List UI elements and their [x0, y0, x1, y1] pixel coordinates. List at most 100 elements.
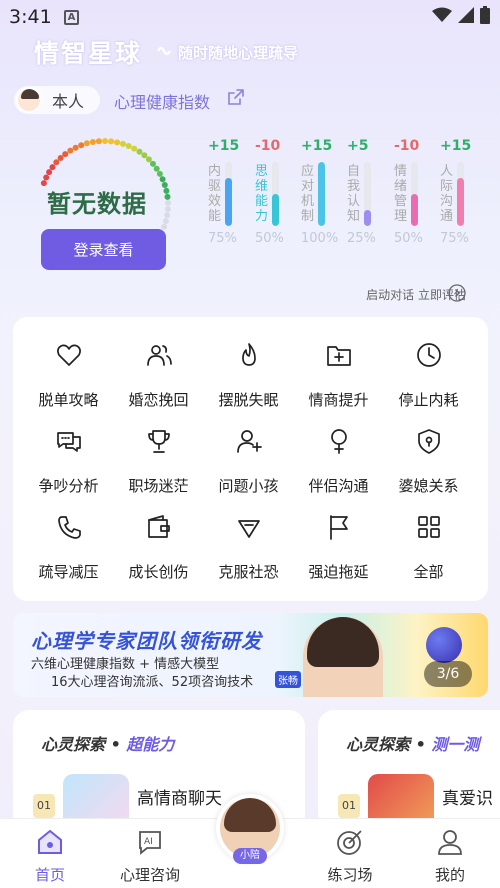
nav-consult[interactable]: AI 心理咨询	[100, 819, 200, 888]
assistant-avatar-button[interactable]: 小陪	[216, 794, 284, 864]
mental-health-index-label: 心理健康指数	[114, 93, 211, 112]
feature-item[interactable]: 婆媳关系	[381, 405, 476, 495]
metric-0: +15 内驱效能 75%	[208, 138, 250, 248]
metric-name: 应对机制	[301, 164, 315, 224]
wallet-icon	[148, 515, 170, 538]
feature-label: 强迫拖延	[308, 563, 369, 581]
no-data-text: 暂无数据	[47, 190, 147, 218]
feature-item[interactable]: 婚恋挽回	[111, 319, 206, 409]
notification-a-icon: A	[64, 10, 79, 25]
nav-practice[interactable]: 练习场	[300, 819, 400, 888]
diamond-icon	[238, 520, 260, 538]
flag-icon	[330, 515, 348, 540]
gauge-dot	[136, 148, 143, 155]
gauge-dot	[150, 160, 156, 167]
wifi-icon	[432, 7, 452, 22]
nav-practice-label: 练习场	[327, 866, 373, 884]
gauge-dot	[102, 138, 108, 144]
phone-icon	[58, 516, 81, 539]
gauge-dot	[83, 140, 90, 147]
explore-card-head: 心灵探索	[346, 735, 411, 754]
rank-badge: 01	[338, 794, 360, 818]
feature-item[interactable]: 脱单攻略	[21, 319, 116, 409]
gauge-dot	[164, 206, 171, 213]
gauge-dot	[57, 155, 64, 161]
gauge-dot	[145, 156, 152, 163]
metric-5: +15 人际沟通 75%	[440, 138, 482, 248]
metric-bar-fill	[411, 194, 418, 226]
banner-title: 心理学专家团队领衔研发	[31, 629, 262, 653]
user-plus-icon	[237, 430, 262, 453]
nav-mine-label: 我的	[434, 866, 465, 884]
self-selector[interactable]: 本人	[14, 86, 100, 114]
shield-icon	[418, 429, 440, 454]
feature-item[interactable]: 伴侣沟通	[291, 405, 386, 495]
app-slogan: 随时随地心理疏导	[178, 44, 299, 62]
metric-delta: +15	[440, 138, 472, 154]
gauge-dot	[162, 218, 169, 225]
heart-icon	[57, 344, 81, 366]
gauge-dot	[165, 200, 171, 206]
gauge-dot	[164, 193, 171, 200]
metric-2: +15 应对机制 100%	[301, 138, 343, 248]
metric-name: 人际沟通	[440, 164, 454, 224]
gauge-dot	[62, 151, 69, 158]
explore-item-title: 真爱识	[442, 789, 493, 809]
metric-3: +5 自我认知 25%	[347, 138, 389, 248]
signal-icon	[458, 7, 474, 23]
nav-home[interactable]: 首页	[0, 819, 100, 888]
folder-plus-icon	[327, 346, 351, 366]
sound-wave-icon	[156, 46, 172, 56]
feature-item[interactable]: 情商提升	[291, 319, 386, 409]
metric-delta: +5	[347, 138, 369, 154]
feature-item[interactable]: 问题小孩	[201, 405, 296, 495]
feature-item[interactable]: 摆脱失眠	[201, 319, 296, 409]
status-bar: 3:41 A	[0, 0, 500, 34]
external-link-icon[interactable]	[226, 87, 246, 107]
metric-delta: -10	[394, 138, 420, 154]
chat-bubbles-icon	[57, 432, 81, 452]
gauge-dot	[78, 142, 85, 149]
metric-bar-track	[272, 162, 279, 226]
expert-nameplate: 张畅	[275, 671, 301, 688]
avatar	[16, 87, 42, 113]
metric-bar-track	[225, 162, 232, 226]
promo-banner[interactable]: 张畅 心理学专家团队领衔研发 六维心理健康指数 + 情感大模型 16大心理咨询流…	[13, 613, 488, 697]
metric-delta: +15	[301, 138, 333, 154]
metric-percent: 100%	[301, 231, 339, 246]
feature-item[interactable]: 争吵分析	[21, 405, 116, 495]
user-icon	[438, 830, 462, 855]
feature-item[interactable]: 全部	[381, 491, 476, 581]
login-view-button[interactable]: 登录查看	[41, 229, 166, 270]
gauge-dot	[95, 138, 102, 145]
explore-card-sub: 测一测	[431, 735, 480, 754]
gauge-dot	[89, 139, 96, 145]
nav-consult-label: 心理咨询	[119, 866, 180, 884]
nav-home-label: 首页	[34, 866, 65, 884]
explore-card-heading: 心灵探索 • 超能力	[41, 735, 175, 754]
feature-item[interactable]: 强迫拖延	[291, 491, 386, 581]
metric-bar-track	[411, 162, 418, 226]
metric-percent: 50%	[255, 231, 284, 246]
explore-card-test[interactable]: 心灵探索 • 测一测 01 真爱识	[318, 710, 500, 830]
feature-item[interactable]: 成长创伤	[111, 491, 206, 581]
self-label: 本人	[52, 92, 85, 111]
explore-card-sub: 超能力	[126, 735, 175, 754]
feature-item[interactable]: 停止内耗	[381, 319, 476, 409]
gauge-dot	[161, 223, 168, 230]
feature-label: 克服社恐	[218, 563, 279, 581]
metric-bar-track	[457, 162, 464, 226]
gauge-dot	[125, 143, 132, 149]
gauge-dot	[120, 140, 126, 147]
metric-percent: 25%	[347, 231, 376, 246]
feature-item[interactable]: 疏导减压	[21, 491, 116, 581]
banner-pager: 3/6	[424, 661, 472, 687]
feature-item[interactable]: 克服社恐	[201, 491, 296, 581]
grid-icon	[418, 516, 440, 538]
metric-bar-track	[318, 162, 325, 226]
feature-item[interactable]: 职场迷茫	[111, 405, 206, 495]
chevron-right-circle-icon[interactable]	[448, 284, 466, 302]
clock-icon	[417, 343, 441, 367]
metric-bar-fill	[225, 178, 232, 226]
nav-mine[interactable]: 我的	[400, 819, 500, 888]
